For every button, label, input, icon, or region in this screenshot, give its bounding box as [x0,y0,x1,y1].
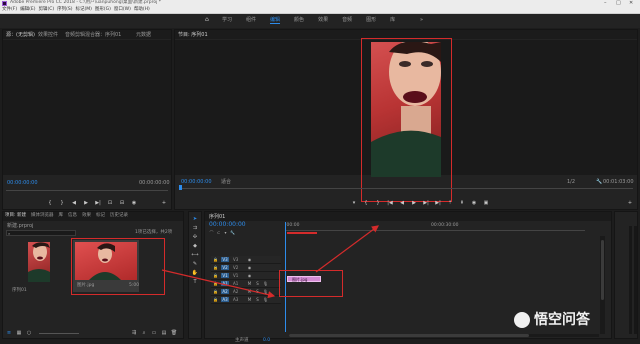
arrow-project-to-timeline [161,269,276,299]
annotation-arrows [161,225,379,299]
watermark-logo-icon [514,312,530,328]
arrow-timeline-to-program [315,225,379,273]
watermark-text: 悟空问答 [534,312,590,328]
watermark: 悟空问答 [514,312,590,328]
